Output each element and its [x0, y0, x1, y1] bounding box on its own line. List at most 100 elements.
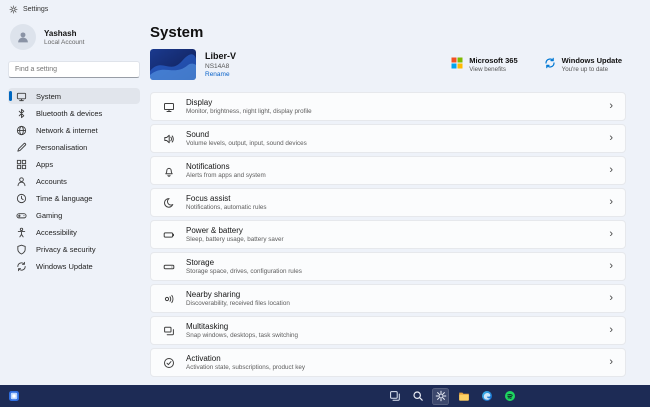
sidebar-item-label: Privacy & security	[36, 244, 96, 254]
windows-update-status[interactable]: Windows Update You're up to date	[544, 56, 622, 74]
storage-drive-icon	[163, 261, 175, 273]
status-title: Windows Update	[561, 55, 622, 65]
status-text: Windows Update You're up to date	[562, 56, 622, 74]
sidebar-item-privacy-security[interactable]: Privacy & security	[8, 241, 140, 257]
sidebar-item-system[interactable]: System	[8, 88, 140, 104]
gamepad-icon	[16, 210, 27, 221]
sidebar-item-bluetooth-devices[interactable]: Bluetooth & devices	[8, 105, 140, 121]
clock-icon	[16, 193, 27, 204]
spotify-icon[interactable]	[501, 388, 518, 405]
accessibility-icon	[16, 227, 27, 238]
sidebar-item-label: Gaming	[36, 210, 63, 220]
sidebar-item-label: System	[36, 91, 62, 101]
selected-indicator	[9, 91, 12, 101]
status-group: Microsoft 365 View benefits Windows Upda…	[451, 56, 626, 74]
sidebar-item-label: Time & language	[36, 193, 93, 203]
file-explorer-icon[interactable]	[455, 388, 472, 405]
settings-card-notifications[interactable]: Notifications Alerts from apps and system…	[150, 156, 626, 185]
taskbar-center-icons	[386, 387, 518, 405]
sidebar-item-windows-update[interactable]: Windows Update	[8, 258, 140, 274]
card-subtitle: Activation state, subscriptions, product…	[186, 364, 305, 372]
system-icon	[16, 91, 27, 102]
main-content: System Liber-V NS14A8 Rename Microsoft 3…	[148, 18, 650, 385]
status-text: Microsoft 365 View benefits	[469, 56, 517, 74]
settings-card-sound[interactable]: Sound Volume levels, output, input, sound…	[150, 124, 626, 153]
card-title: Display	[186, 97, 213, 107]
chevron-right-icon: ›	[609, 260, 613, 272]
status-subtitle: You're up to date	[561, 66, 609, 74]
sidebar-item-network-internet[interactable]: Network & internet	[8, 122, 140, 138]
task-view-icon[interactable]	[386, 388, 403, 405]
device-header: Liber-V NS14A8 Rename Microsoft 365 View…	[150, 49, 626, 80]
sidebar-item-personalisation[interactable]: Personalisation	[8, 139, 140, 155]
sidebar-item-label: Bluetooth & devices	[36, 108, 103, 118]
display-icon	[163, 101, 175, 113]
user-name: Yashash	[44, 28, 77, 38]
microsoft-365-icon	[451, 56, 463, 69]
settings-card-power-battery[interactable]: Power & battery Sleep, battery usage, bat…	[150, 220, 626, 249]
sidebar: Yashash Local Account System Bluetooth &…	[0, 18, 148, 385]
user-account-type: Local Account	[44, 38, 85, 46]
settings-card-storage[interactable]: Storage Storage space, drives, configurat…	[150, 252, 626, 281]
page-title: System	[150, 24, 204, 41]
sidebar-item-accounts[interactable]: Accounts	[8, 173, 140, 189]
nearby-sharing-icon	[163, 293, 175, 305]
card-subtitle: Alerts from apps and system	[186, 172, 266, 180]
settings-card-nearby-sharing[interactable]: Nearby sharing Discoverability, received …	[150, 284, 626, 313]
widgets-icon[interactable]	[5, 388, 22, 405]
card-subtitle: Sleep, battery usage, battery saver	[186, 236, 284, 244]
card-subtitle: Volume levels, output, input, sound devi…	[186, 140, 307, 148]
battery-icon	[163, 229, 175, 241]
chevron-right-icon: ›	[609, 164, 613, 176]
sidebar-item-accessibility[interactable]: Accessibility	[8, 224, 140, 240]
sidebar-item-gaming[interactable]: Gaming	[8, 207, 140, 223]
settings-card-focus-assist[interactable]: Focus assist Notifications, automatic rul…	[150, 188, 626, 217]
windows-update-icon	[544, 56, 556, 69]
settings-window: Settings Yashash Local Account System Bl…	[0, 0, 650, 407]
card-title: Notifications	[186, 161, 230, 171]
chevron-right-icon: ›	[609, 100, 613, 112]
card-title: Nearby sharing	[186, 289, 241, 299]
window-title: Settings	[23, 5, 49, 13]
chevron-right-icon: ›	[609, 132, 613, 144]
card-title: Sound	[186, 129, 210, 139]
notifications-bell-icon	[163, 165, 175, 177]
sidebar-item-time-language[interactable]: Time & language	[8, 190, 140, 206]
card-title: Storage	[186, 257, 215, 267]
user-text: Yashash Local Account	[44, 29, 84, 46]
card-subtitle: Discoverability, received files location	[186, 300, 290, 308]
multitasking-icon	[163, 325, 175, 337]
avatar	[10, 24, 36, 50]
sidebar-item-label: Accounts	[36, 176, 67, 186]
search-input[interactable]	[8, 61, 140, 78]
rename-link[interactable]: Rename	[205, 71, 236, 78]
network-globe-icon	[16, 125, 27, 136]
device-thumbnail	[150, 49, 196, 80]
user-account[interactable]: Yashash Local Account	[8, 22, 140, 58]
settings-card-display[interactable]: Display Monitor, brightness, night light,…	[150, 92, 626, 121]
settings-card-multitasking[interactable]: Multitasking Snap windows, desktops, task…	[150, 316, 626, 345]
sidebar-item-label: Accessibility	[36, 227, 77, 237]
settings-icon[interactable]	[432, 387, 449, 405]
device-name: Liber-V	[205, 51, 237, 61]
apps-grid-icon	[16, 159, 27, 170]
edge-icon[interactable]	[478, 388, 495, 405]
card-title: Multitasking	[186, 321, 229, 331]
sidebar-nav: System Bluetooth & devices Network & int…	[8, 88, 140, 274]
card-title: Focus assist	[186, 193, 231, 203]
settings-card-activation[interactable]: Activation Activation state, subscription…	[150, 348, 626, 377]
titlebar: Settings	[0, 0, 650, 18]
chevron-right-icon: ›	[609, 228, 613, 240]
taskbar	[0, 385, 650, 407]
chevron-right-icon: ›	[609, 324, 613, 336]
settings-card-list: Display Monitor, brightness, night light,…	[150, 92, 626, 377]
search-icon[interactable]	[409, 388, 426, 405]
card-subtitle: Storage space, drives, configuration rul…	[186, 268, 302, 276]
card-subtitle: Snap windows, desktops, task switching	[186, 332, 299, 340]
sidebar-item-label: Windows Update	[36, 261, 93, 271]
sidebar-item-apps[interactable]: Apps	[8, 156, 140, 172]
status-title: Microsoft 365	[469, 55, 518, 65]
microsoft-365-status[interactable]: Microsoft 365 View benefits	[451, 56, 518, 74]
focus-moon-icon	[163, 197, 175, 209]
chevron-right-icon: ›	[609, 292, 613, 304]
